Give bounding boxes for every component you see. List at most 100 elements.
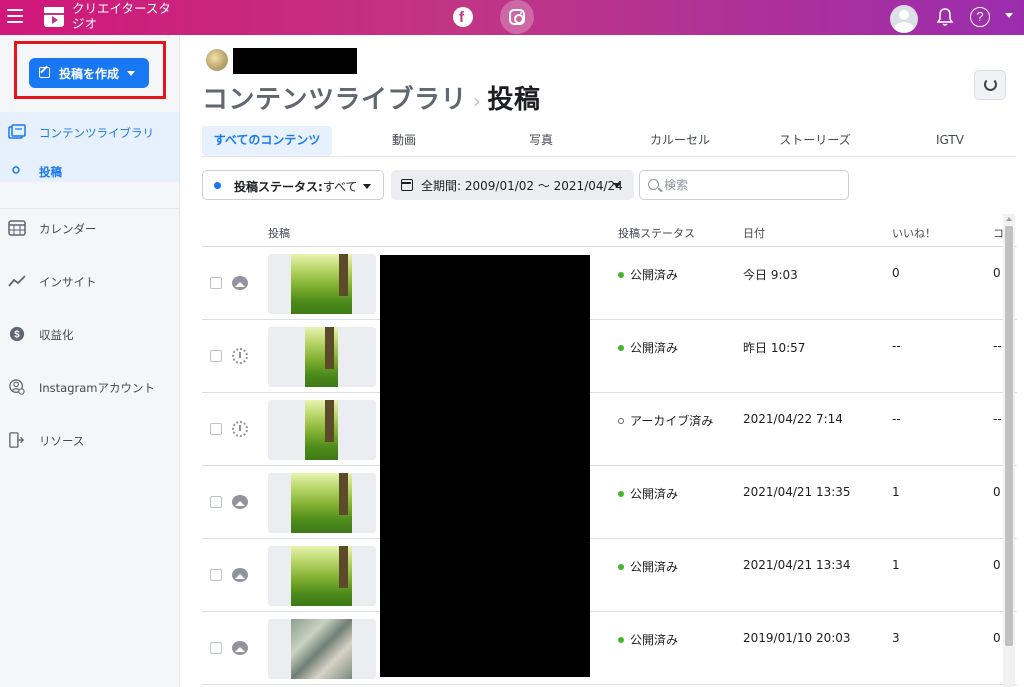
post-thumbnail[interactable]: [268, 619, 376, 679]
likes-count: 1: [892, 485, 900, 499]
column-header-status[interactable]: 投稿ステータス: [618, 225, 695, 241]
sidebar-item-posts[interactable]: 投稿: [0, 151, 179, 191]
photo-type-icon: [232, 641, 248, 655]
status-badge: 公開済み: [618, 266, 678, 283]
breadcrumb-parent[interactable]: コンテンツライブラリ: [202, 85, 467, 115]
date-range-dropdown[interactable]: 全期間: 2009/01/02 ～ 2021/04/24: [391, 170, 634, 200]
table-row[interactable]: アーカイブ済み 2021/04/22 7:14 -- --: [202, 393, 1017, 466]
status-dot-icon: [618, 418, 624, 424]
row-checkbox[interactable]: [210, 423, 222, 435]
table-row[interactable]: 公開済み 2019/01/10 20:03 3 0: [202, 612, 1017, 685]
post-thumbnail[interactable]: [268, 400, 376, 460]
likes-count: --: [892, 339, 901, 353]
refresh-button[interactable]: [974, 70, 1006, 100]
row-checkbox[interactable]: [210, 569, 222, 581]
date-range-label: 全期間: 2009/01/02 ～ 2021/04/24: [421, 179, 623, 193]
table-header: 投稿 投稿ステータス 日付 いいね！ コ: [202, 217, 1017, 247]
post-date: 今日 9:03: [743, 268, 798, 282]
search-icon: [648, 179, 659, 190]
column-header-post[interactable]: 投稿: [268, 225, 290, 241]
comments-count: 0: [993, 266, 1001, 280]
table-row[interactable]: 公開済み 今日 9:03 0 0: [202, 247, 1017, 320]
table-row[interactable]: 公開済み 2021/04/21 13:34 1 0: [202, 539, 1017, 612]
sidebar-item-label: リソース: [39, 434, 85, 448]
column-header-date[interactable]: 日付: [743, 225, 765, 241]
row-checkbox[interactable]: [210, 350, 222, 362]
status-dot-icon: [618, 491, 624, 497]
scroll-up-icon[interactable]: [1006, 217, 1012, 221]
story-type-icon: [232, 348, 248, 364]
likes-count: --: [892, 412, 901, 426]
avatar[interactable]: [890, 5, 918, 33]
status-dot-icon: [618, 272, 624, 278]
tab-video[interactable]: 動画: [365, 126, 443, 156]
row-checkbox[interactable]: [210, 642, 222, 654]
post-thumbnail[interactable]: [268, 254, 376, 314]
insights-icon: [8, 275, 26, 287]
sidebar-item-label: 収益化: [39, 328, 74, 342]
sidebar-item-calendar[interactable]: カレンダー: [0, 208, 179, 248]
post-thumbnail[interactable]: [268, 473, 376, 533]
post-captions-redacted: [380, 255, 590, 677]
row-checkbox[interactable]: [210, 277, 222, 289]
create-post-button[interactable]: 投稿を作成: [29, 58, 149, 88]
row-checkbox[interactable]: [210, 496, 222, 508]
comments-count: 0: [993, 558, 1001, 572]
facebook-icon[interactable]: f: [453, 7, 473, 27]
instagram-icon[interactable]: [500, 0, 534, 34]
sidebar: 投稿を作成 コンテンツライブラリ 投稿 カレンダー インサイト $ 収益化 In…: [0, 35, 180, 687]
status-text: 公開済み: [630, 560, 679, 574]
status-text: 公開済み: [630, 268, 679, 282]
calendar-icon: [401, 179, 413, 191]
likes-count: 0: [892, 266, 900, 280]
status-dot-icon: [618, 345, 624, 351]
tab-carousel[interactable]: カルーセル: [630, 126, 730, 156]
tab-photos[interactable]: 写真: [502, 126, 580, 156]
status-filter-label: 投稿ステータス:: [234, 180, 323, 194]
breadcrumb-current: 投稿: [487, 85, 541, 115]
create-post-highlight: 投稿を作成: [14, 41, 166, 99]
scrollbar-thumb[interactable]: [1005, 226, 1013, 646]
comments-count: 0: [993, 631, 1001, 645]
create-post-label: 投稿を作成: [59, 67, 120, 81]
bell-icon[interactable]: [936, 7, 954, 27]
chevron-down-icon: [613, 183, 621, 188]
tab-all-content[interactable]: すべてのコンテンツ: [202, 126, 332, 156]
post-date: 2021/04/22 7:14: [743, 412, 843, 426]
sidebar-item-resources[interactable]: リソース: [0, 420, 179, 460]
refresh-icon: [984, 78, 997, 91]
help-icon[interactable]: ?: [970, 7, 990, 27]
svg-text:$: $: [14, 330, 20, 341]
status-filter-dropdown[interactable]: 投稿ステータス:すべて: [202, 170, 384, 200]
photo-type-icon: [232, 276, 248, 290]
status-badge: アーカイブ済み: [618, 412, 713, 429]
sidebar-item-monetization[interactable]: $ 収益化: [0, 314, 179, 354]
likes-count: 3: [892, 631, 900, 645]
page-title: コンテンツライブラリ › 投稿: [202, 79, 541, 116]
status-badge: 公開済み: [618, 485, 678, 502]
sidebar-item-instagram-account[interactable]: Instagramアカウント: [0, 367, 179, 407]
photo-type-icon: [232, 568, 248, 582]
dot-icon: [214, 182, 221, 189]
table-row[interactable]: 公開済み 2021/04/21 13:35 1 0: [202, 466, 1017, 539]
status-badge: 公開済み: [618, 631, 678, 648]
search-field[interactable]: [639, 170, 849, 200]
dollar-icon: $: [9, 326, 25, 342]
table-row[interactable]: 公開済み 昨日 10:57 -- --: [202, 320, 1017, 393]
comments-count: --: [993, 412, 1002, 426]
content-tabs: すべてのコンテンツ 動画 写真 カルーセル ストーリーズ IGTV: [202, 124, 1016, 157]
calendar-icon: [8, 220, 26, 236]
search-input[interactable]: [664, 176, 844, 194]
tab-stories[interactable]: ストーリーズ: [765, 126, 865, 156]
sidebar-item-insights[interactable]: インサイト: [0, 261, 179, 301]
post-date: 昨日 10:57: [743, 341, 806, 355]
creator-studio-logo-icon: [44, 7, 64, 27]
tab-igtv[interactable]: IGTV: [905, 126, 995, 156]
chevron-down-icon[interactable]: [1005, 13, 1013, 18]
post-thumbnail[interactable]: [268, 546, 376, 606]
hamburger-icon[interactable]: [7, 9, 23, 23]
table-scrollbar[interactable]: [1003, 214, 1015, 687]
column-header-likes[interactable]: いいね！: [892, 225, 936, 241]
post-thumbnail[interactable]: [268, 327, 376, 387]
chevron-down-icon: [363, 184, 371, 189]
